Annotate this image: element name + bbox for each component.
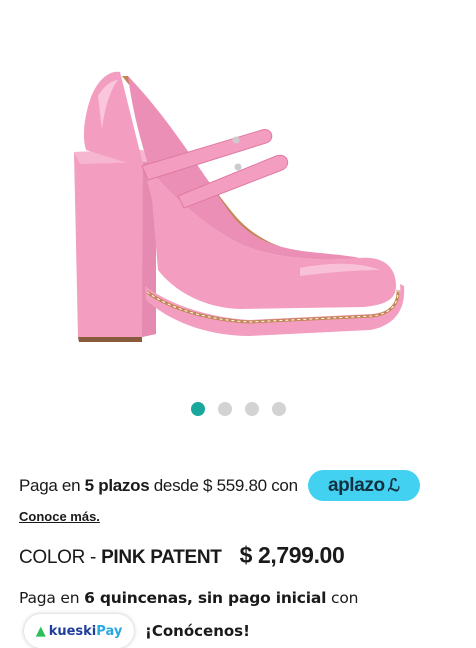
quincena-info: Paga en 6 quincenas, sin pago inicial co… — [19, 589, 358, 607]
carousel-dot-1[interactable] — [190, 402, 205, 416]
carousel-dot-2[interactable] — [217, 402, 232, 416]
quincena-suffix: con — [326, 589, 359, 607]
kueski-leaf-icon: ▲ — [35, 623, 46, 639]
quincena-prefix: Paga en — [19, 589, 85, 607]
kueski-cta-link[interactable]: ¡Conócenos! — [145, 622, 250, 640]
installments-prefix: Paga en — [19, 475, 85, 495]
kueski-pay-logo[interactable]: ▲ kueski Pay — [24, 614, 134, 648]
product-image-gallery[interactable] — [0, 0, 476, 390]
carousel-dot-4[interactable] — [271, 402, 286, 416]
kueski-brand-2: Pay — [96, 623, 123, 639]
color-price-row: COLOR - PINK PATENT $ 2,799.00 — [19, 542, 345, 569]
kueski-row: ▲ kueski Pay ¡Conócenos! — [24, 614, 250, 648]
color-label: COLOR - — [19, 547, 102, 568]
aplazo-mark-icon: ℒ — [387, 475, 400, 495]
carousel-dot-3[interactable] — [244, 402, 259, 416]
color-value: PINK PATENT — [101, 547, 222, 568]
installments-plazos: 5 plazos — [84, 475, 150, 495]
carousel-indicators — [0, 402, 476, 416]
kueski-brand-1: kueski — [48, 623, 97, 639]
aplazo-brand: aplazo — [327, 474, 385, 496]
quincena-bold: 6 quincenas, sin pago inicial — [84, 589, 327, 607]
learn-more-link[interactable]: Conoce más. — [19, 509, 100, 524]
product-image — [74, 71, 405, 342]
product-price: $ 2,799.00 — [239, 542, 345, 568]
installments-amount: desde $ 559.80 con — [149, 475, 298, 495]
installments-info: Paga en 5 plazos desde $ 559.80 con apla… — [19, 470, 459, 526]
aplazo-logo[interactable]: aplazo ℒ — [307, 470, 420, 501]
